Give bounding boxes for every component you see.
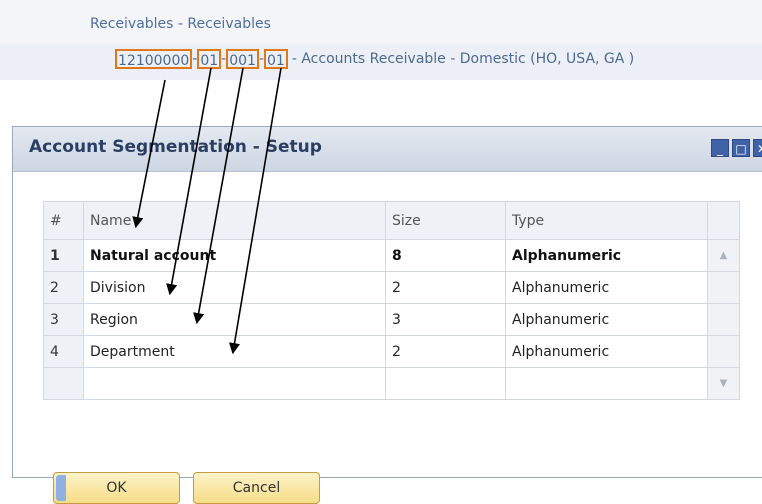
scrollbar-track[interactable] (707, 271, 740, 304)
cell-type[interactable]: Alphanumeric (505, 271, 708, 304)
scrollbar-track[interactable] (707, 335, 740, 368)
segment-department: 01 (264, 49, 288, 69)
cancel-button[interactable]: Cancel (193, 472, 320, 504)
minimize-icon[interactable]: _ (711, 139, 729, 157)
dialog-body: # Name Size Type 1 Natural account 8 Alp… (13, 172, 762, 504)
table-row[interactable]: 1 Natural account 8 Alphanumeric ▲ (43, 239, 740, 272)
scroll-up-icon[interactable]: ▲ (707, 239, 740, 272)
cell-type[interactable]: Alphanumeric (505, 335, 708, 368)
row-number: 1 (43, 239, 84, 272)
cell-name[interactable]: Department (83, 335, 386, 368)
window-controls: _ □ ✕ (711, 139, 762, 157)
cell-size[interactable] (385, 367, 506, 400)
account-code-line: 12100000-01-001-01 - Accounts Receivable… (115, 46, 634, 72)
cell-size[interactable]: 8 (385, 239, 506, 272)
col-header-type[interactable]: Type (505, 201, 708, 240)
col-header-size[interactable]: Size (385, 201, 506, 240)
segment-division: 01 (197, 49, 222, 69)
scroll-header (707, 201, 740, 240)
cell-name[interactable]: Natural account (83, 239, 386, 272)
cell-name[interactable]: Division (83, 271, 386, 304)
col-header-number[interactable]: # (43, 201, 84, 240)
table-row[interactable]: 2 Division 2 Alphanumeric (43, 271, 740, 304)
row-number: 3 (43, 303, 84, 336)
table-row-empty[interactable]: ▼ (43, 367, 740, 400)
cell-name[interactable]: Region (83, 303, 386, 336)
close-icon[interactable]: ✕ (753, 139, 762, 157)
segment-region: 001 (226, 49, 259, 69)
cell-name[interactable] (83, 367, 386, 400)
cell-type[interactable]: Alphanumeric (505, 303, 708, 336)
segmentation-table: # Name Size Type 1 Natural account 8 Alp… (43, 201, 740, 400)
table-header-row: # Name Size Type (43, 201, 740, 240)
cell-size[interactable]: 2 (385, 335, 506, 368)
segment-natural-account: 12100000 (115, 49, 193, 69)
row-number: 2 (43, 271, 84, 304)
row-number: 4 (43, 335, 84, 368)
dialog-titlebar[interactable]: Account Segmentation - Setup _ □ ✕ (13, 127, 762, 172)
account-description: - Accounts Receivable - Domestic (HO, US… (291, 51, 635, 67)
breadcrumb[interactable]: Receivables - Receivables (90, 16, 271, 32)
ok-button[interactable]: OK (53, 472, 180, 504)
scroll-down-icon[interactable]: ▼ (707, 367, 740, 400)
cell-type[interactable] (505, 367, 708, 400)
col-header-name[interactable]: Name (83, 201, 386, 240)
table-row[interactable]: 3 Region 3 Alphanumeric (43, 303, 740, 336)
scrollbar-track[interactable] (707, 303, 740, 336)
dialog-title: Account Segmentation - Setup (29, 137, 322, 157)
maximize-icon[interactable]: □ (732, 139, 750, 157)
account-segmentation-dialog: Account Segmentation - Setup _ □ ✕ # Nam… (12, 126, 762, 504)
cell-type[interactable]: Alphanumeric (505, 239, 708, 272)
table-row[interactable]: 4 Department 2 Alphanumeric (43, 335, 740, 368)
cell-size[interactable]: 2 (385, 271, 506, 304)
row-number (43, 367, 84, 400)
cell-size[interactable]: 3 (385, 303, 506, 336)
